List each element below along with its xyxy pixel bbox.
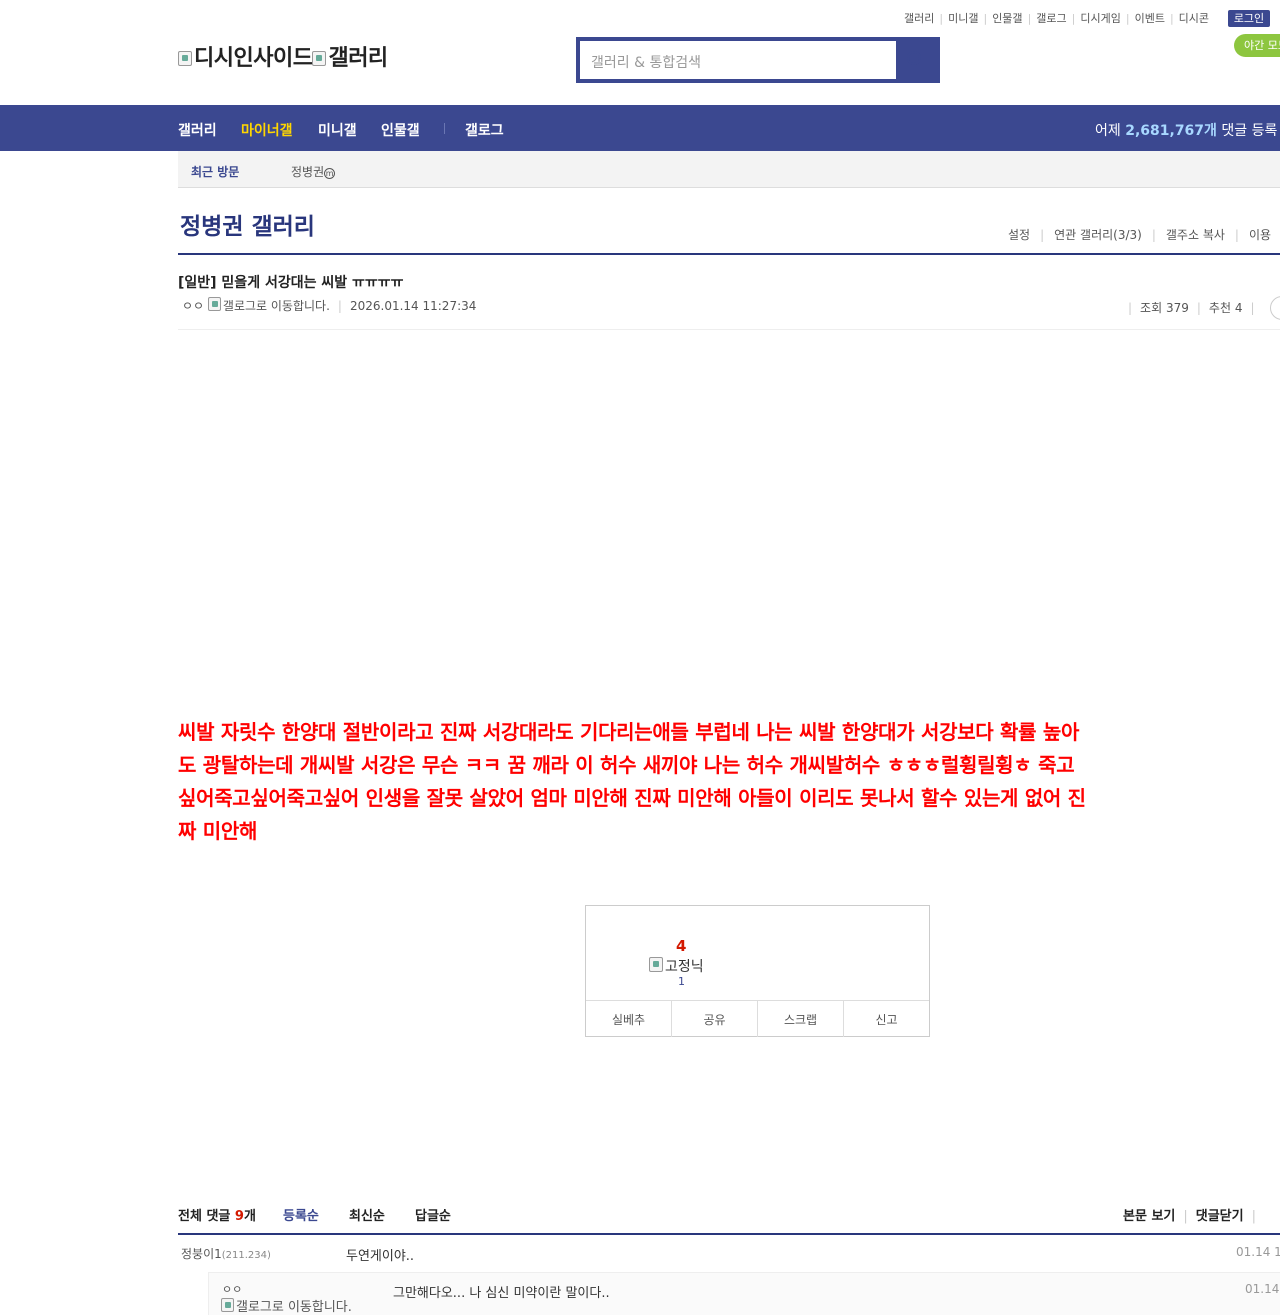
post-date: 2026.01.14 11:27:34	[349, 299, 477, 313]
search-bar: 갤러리 & 통합검색	[576, 37, 940, 83]
reply-date: 01.14	[1245, 1282, 1280, 1296]
fixed-nick-alt: 고정닉	[665, 959, 704, 975]
util-mini-link[interactable]: 미니갤	[948, 10, 978, 26]
related-gallery-link[interactable]: 연관 갤러리(3/3)	[1054, 228, 1142, 242]
views-label: 조회	[1140, 301, 1163, 315]
broken-image-icon	[221, 1298, 234, 1312]
share-icon[interactable]	[1270, 296, 1280, 320]
post-body: 씨발 자릿수 한양대 절반이라고 진짜 서강대라도 기다리는애들 부럽네 나는 …	[178, 720, 1086, 843]
sort-latest[interactable]: 최신순	[349, 1205, 385, 1224]
scrap-button[interactable]: 스크랩	[758, 1001, 844, 1037]
search-input[interactable]: 갤러리 & 통합검색	[580, 41, 896, 79]
recommend-count-big[interactable]: 4	[676, 937, 686, 955]
close-comments-link[interactable]: 댓글닫기	[1196, 1209, 1244, 1224]
recommend-label: 추천	[1208, 301, 1232, 315]
login-button[interactable]: 로그인	[1228, 10, 1270, 27]
search-button[interactable]	[896, 41, 936, 79]
comment-header: 전체 댓글 9개 등록순 최신순 답글순	[178, 1205, 451, 1224]
fixed-nick-recommend[interactable]: 고정닉	[649, 956, 704, 976]
views-count: 379	[1165, 301, 1189, 315]
divider	[178, 1233, 1280, 1235]
comment-author[interactable]: 정붕이1(211.234)	[181, 1245, 271, 1262]
report-button[interactable]: 신고	[844, 1001, 929, 1037]
util-dccon-link[interactable]: 디시콘	[1179, 10, 1209, 26]
post-stats: | 조회 379 | 추천 4 |	[1128, 301, 1255, 315]
recommend-actions: 실베추 공유 스크랩 신고	[586, 1000, 929, 1037]
reply-gallog-link[interactable]: 갤로그로 이동합니다.	[221, 1296, 352, 1315]
comment-stat: 어제 2,681,767개 댓글 등록	[1095, 120, 1277, 140]
nav-divider	[444, 123, 445, 134]
post-title: [일반] 믿을게 서강대는 씨발 ㅠㅠㅠㅠ	[178, 275, 404, 291]
broken-image-icon	[312, 51, 327, 66]
night-mode-toggle[interactable]: 야간 모드	[1234, 34, 1280, 57]
reply-author[interactable]: ㅇㅇ	[222, 1281, 242, 1297]
nav-minor[interactable]: 마이너갤	[241, 120, 293, 140]
broken-image-icon	[207, 297, 221, 311]
share-button[interactable]: 공유	[672, 1001, 758, 1037]
post-author[interactable]: ㅇㅇ	[182, 299, 204, 313]
divider	[178, 253, 1280, 255]
view-body-link[interactable]: 본문 보기	[1123, 1209, 1175, 1224]
recent-visit-bar: 최근 방문 정병권 m	[178, 151, 1280, 188]
recommend-box: 4 고정닉 1 실베추 공유 스크랩 신고	[585, 905, 930, 1037]
util-person-link[interactable]: 인물갤	[992, 10, 1022, 26]
util-gallery-link[interactable]: 갤러리	[904, 10, 934, 26]
comment-date: 01.14 11	[1236, 1245, 1280, 1259]
nav-mini[interactable]: 미니갤	[318, 120, 357, 140]
recommend-count: 4	[1234, 301, 1243, 315]
comment-total-count: 9	[234, 1209, 244, 1224]
search-icon	[907, 51, 921, 65]
sort-registered[interactable]: 등록순	[283, 1205, 319, 1224]
comment-author-ip: (211.234)	[221, 1250, 271, 1261]
comment-right-links: 본문 보기 | 댓글닫기 |	[1123, 1209, 1256, 1224]
gallery-settings-link[interactable]: 설정	[1008, 228, 1030, 242]
sort-replies[interactable]: 답글순	[415, 1205, 451, 1224]
fixed-nick-count: 1	[678, 975, 685, 988]
nav-gallery[interactable]: 갤러리	[178, 120, 217, 140]
broken-image-icon	[649, 957, 663, 972]
reply-gallog-alt: 갤로그로 이동합니다.	[236, 1300, 352, 1315]
util-game-link[interactable]: 디시게임	[1080, 10, 1120, 26]
gallog-link[interactable]: 갤로그로 이동합니다.	[223, 299, 330, 313]
logo-main-alt: 디시인사이드	[194, 46, 313, 71]
recent-visit-label[interactable]: 최근 방문	[191, 163, 239, 180]
comment-total-label: 전체 댓글	[178, 1209, 231, 1224]
recent-gallery-name: 정병권	[291, 165, 325, 179]
comment-author-name: 정붕이1	[181, 1247, 222, 1261]
util-event-link[interactable]: 이벤트	[1135, 10, 1165, 26]
nav-person[interactable]: 인물갤	[381, 120, 420, 140]
util-gallog-link[interactable]: 갤로그	[1036, 10, 1066, 26]
recent-gallery-link[interactable]: 정병권 m	[291, 163, 336, 180]
logo-gallery-alt: 갤러리	[328, 46, 388, 71]
stat-suffix: 댓글 등록	[1221, 123, 1278, 139]
gallery-title[interactable]: 정병권 갤러리	[180, 207, 315, 241]
reply-row	[208, 1272, 1280, 1315]
nav-gallog[interactable]: 갤로그	[465, 120, 504, 140]
util-menu: 갤러리 | 미니갤 | 인물갤 | 갤로그 | 디시게임 | 이벤트 | 디시콘	[904, 10, 1210, 26]
best-recommend-button[interactable]: 실베추	[586, 1001, 672, 1037]
post-meta: ㅇㅇ 갤로그로 이동합니다. | 2026.01.14 11:27:34	[182, 297, 477, 313]
reply-text: 그만해다오... 나 심신 미약이란 말이다..	[393, 1286, 610, 1301]
site-logo[interactable]: 디시인사이드 갤러리	[178, 40, 388, 72]
minor-badge-icon: m	[324, 168, 336, 179]
broken-image-icon	[178, 51, 192, 66]
gallery-links: 설정 | 연관 갤러리(3/3) | 갤주소 복사 | 이용	[1008, 228, 1272, 242]
comment-text: 두연게이야..	[346, 1249, 415, 1264]
comment-total-unit: 개	[243, 1209, 256, 1224]
main-nav: 갤러리 마이너갤 미니갤 인물갤 갤로그 어제 2,681,767개 댓글 등록	[0, 105, 1280, 151]
usage-link[interactable]: 이용	[1249, 228, 1271, 242]
stat-prefix: 어제	[1095, 123, 1121, 139]
divider	[178, 329, 1280, 330]
copy-address-link[interactable]: 갤주소 복사	[1166, 228, 1225, 242]
stat-value: 2,681,767개	[1125, 123, 1217, 139]
